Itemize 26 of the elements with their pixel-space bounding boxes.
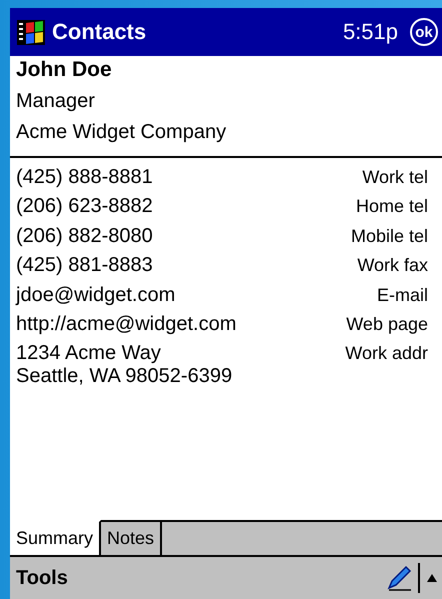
job-title: Manager [16, 90, 96, 113]
field-label: Work addr [345, 342, 428, 366]
field-value: 1234 Acme Way Seattle, WA 98052-6399 [16, 342, 232, 388]
field-value: (206) 882-8080 [16, 224, 153, 248]
window-title: Contacts [52, 19, 148, 45]
start-menu-icon[interactable] [16, 17, 46, 47]
field-value: http://acme@widget.com [16, 312, 236, 336]
pen-icon[interactable] [386, 565, 412, 591]
tab[interactable]: Notes [101, 520, 162, 555]
field-label: Work fax [357, 254, 428, 278]
clock-time: 5:51p [342, 19, 398, 45]
contact-name: John Doe [16, 58, 113, 82]
field-label: Home tel [356, 195, 428, 218]
field-value: (206) 623-8882 [16, 195, 153, 218]
ok-button[interactable]: ok [410, 18, 438, 46]
tab[interactable]: Summary [10, 520, 102, 555]
field-label: Work tel [362, 166, 428, 189]
field-label: Web page [346, 312, 428, 336]
field-value: (425) 881-8883 [16, 254, 153, 278]
field-label: Mobile tel [350, 224, 428, 248]
company-name: Acme Widget Company [16, 121, 228, 144]
field-value: jdoe@widget.com [16, 284, 176, 307]
field-label: E-mail [376, 284, 428, 307]
field-value: (425) 888-8881 [16, 166, 153, 189]
up-arrow-icon[interactable] [426, 573, 438, 583]
menu-item[interactable]: Tools [16, 566, 68, 590]
